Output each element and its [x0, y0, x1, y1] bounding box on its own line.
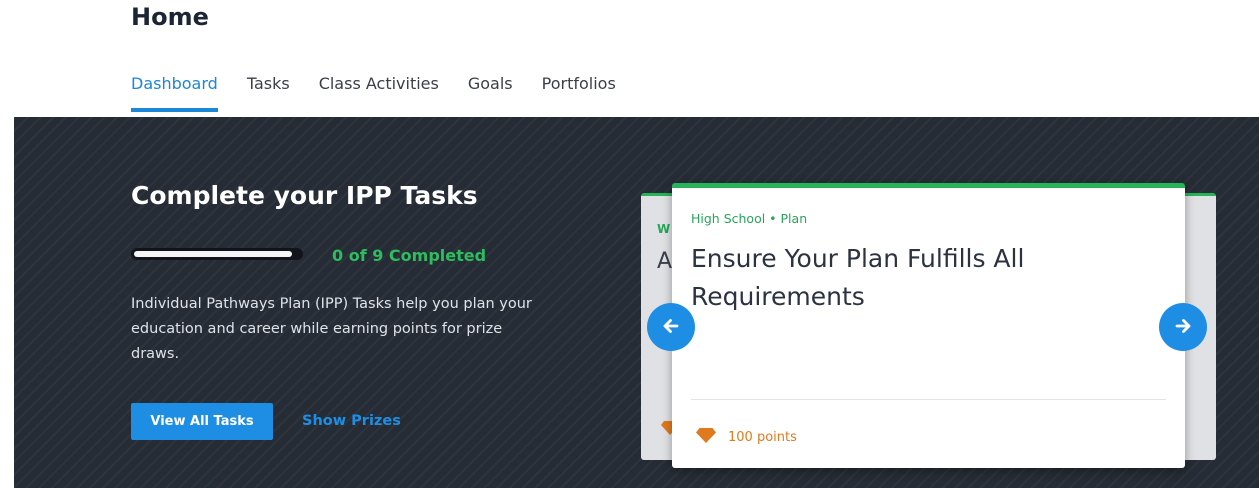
show-prizes-link[interactable]: Show Prizes [302, 413, 401, 429]
tab-portfolios[interactable]: Portfolios [542, 70, 616, 112]
view-all-tasks-button[interactable]: View All Tasks [131, 403, 273, 440]
tab-bar: Dashboard Tasks Class Activities Goals P… [131, 70, 645, 116]
tab-dashboard[interactable]: Dashboard [131, 70, 218, 112]
carousel-next-button[interactable] [1159, 303, 1207, 351]
tab-tasks[interactable]: Tasks [247, 70, 290, 112]
ipp-progress-bar [131, 248, 303, 260]
carousel-prev-button[interactable] [647, 303, 695, 351]
diamond-icon [696, 427, 716, 448]
task-card-tag: High School • Plan [691, 211, 808, 226]
tab-class-activities[interactable]: Class Activities [319, 70, 439, 112]
ipp-description: Individual Pathways Plan (IPP) Tasks hel… [131, 296, 532, 362]
arrow-left-icon [661, 316, 681, 339]
ipp-progress-fill [134, 251, 292, 257]
points-label: 100 points [728, 430, 797, 445]
ipp-title: Complete your IPP Tasks [131, 181, 478, 210]
page-title: Home [131, 3, 209, 31]
tab-goals[interactable]: Goals [468, 70, 513, 112]
task-card-divider [691, 399, 1166, 400]
background-card-title: A [657, 249, 673, 274]
task-card[interactable]: High School • Plan Ensure Your Plan Fulf… [672, 183, 1185, 468]
arrow-right-icon [1173, 316, 1193, 339]
task-card-points: 100 points [696, 427, 797, 448]
ipp-banner: Complete your IPP Tasks 0 of 9 Completed… [14, 117, 1259, 488]
ipp-progress-text: 0 of 9 Completed [332, 246, 487, 265]
background-card-tag: W [657, 222, 671, 236]
task-card-title: Ensure Your Plan Fulfills All Requiremen… [691, 244, 1025, 311]
